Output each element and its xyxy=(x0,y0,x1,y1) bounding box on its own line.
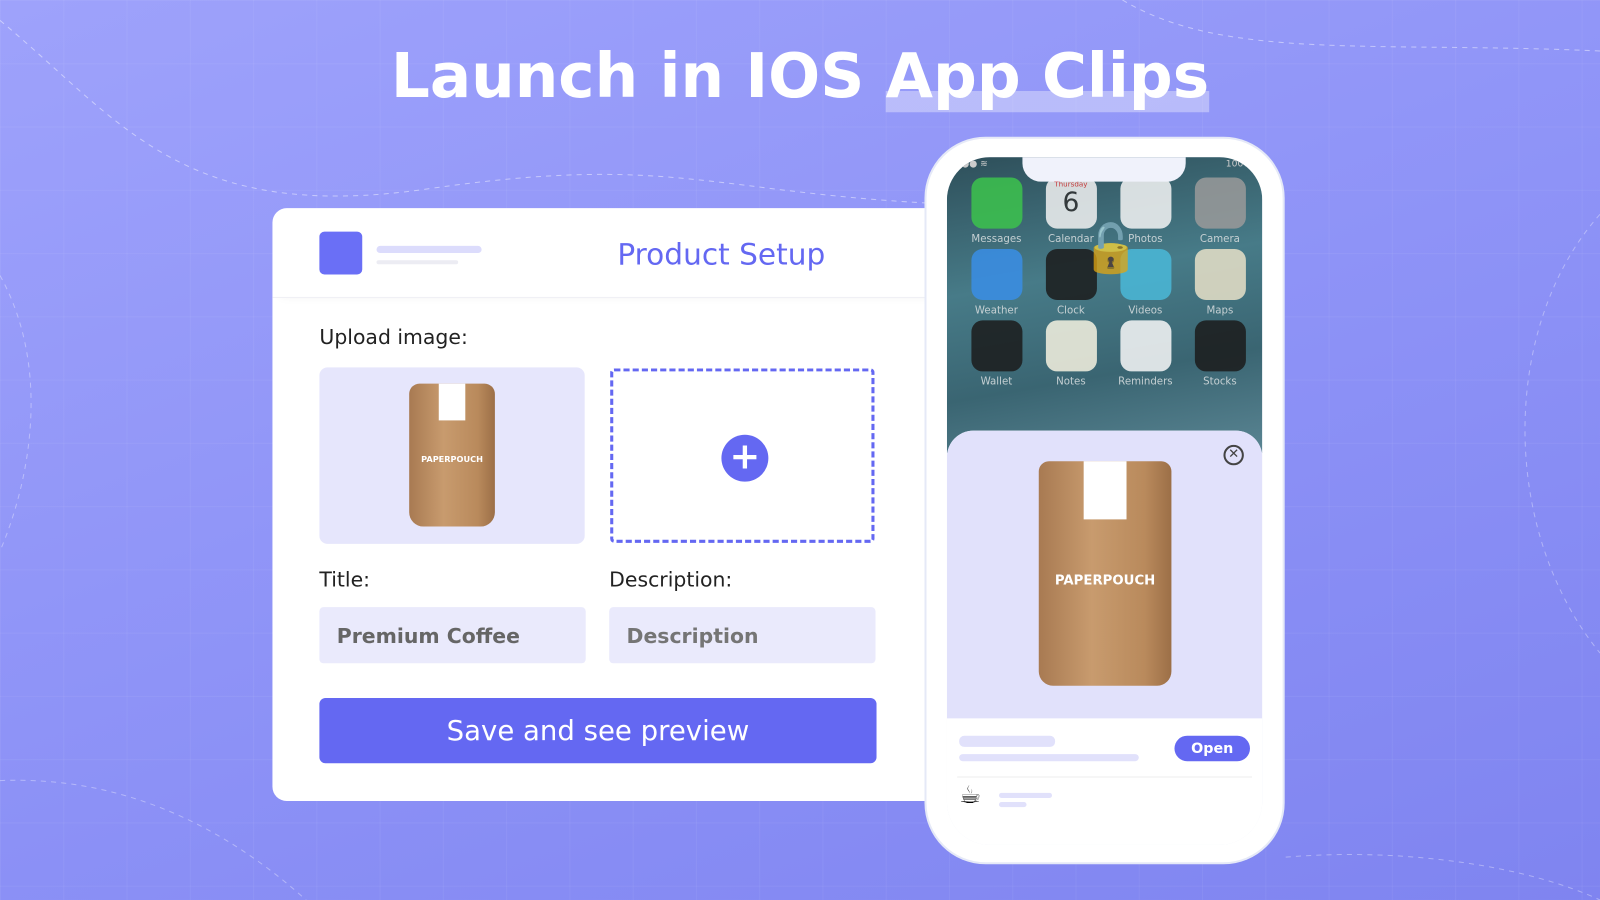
app-grid: Messages Thursday 6 Calendar Photos Camera Wea… xyxy=(959,177,1257,388)
phone-notch xyxy=(1022,157,1186,182)
app-label: Wallet xyxy=(980,376,1013,388)
app-icon-reminders[interactable]: Reminders xyxy=(1108,320,1182,388)
maps-icon xyxy=(1194,248,1246,300)
title-label: Title: xyxy=(319,567,371,592)
phone-screen: ●● ≋ 100% Messages Thursday 6 Calendar Photo… xyxy=(946,157,1263,845)
notes-icon xyxy=(1045,320,1097,372)
stocks-icon xyxy=(1194,320,1246,372)
pouch-brand: PAPERPOUCH xyxy=(421,455,483,465)
app-label: Messages xyxy=(971,233,1022,245)
camera-icon xyxy=(1194,177,1246,229)
app-label: Weather xyxy=(974,305,1018,317)
app-icon-weather[interactable]: Weather xyxy=(959,248,1033,317)
app-label: Clock xyxy=(1057,305,1085,317)
skeleton-line xyxy=(998,792,1053,798)
calendar-date: 6 xyxy=(1062,187,1080,219)
home-screen: ●● ≋ 100% Messages Thursday 6 Calendar Photo… xyxy=(946,157,1263,454)
skeleton-line xyxy=(959,735,1056,747)
app-clip-image: PAPERPOUCH ✕ xyxy=(946,430,1263,719)
headline-text: Launch in IOS xyxy=(390,40,886,113)
description-label: Description: xyxy=(609,567,733,592)
pouch-label xyxy=(1083,461,1127,520)
weather-icon xyxy=(970,248,1022,300)
logo-placeholder xyxy=(319,231,363,275)
headline: Launch in IOS App Clips xyxy=(0,40,1600,113)
app-icon-stocks[interactable]: Stocks xyxy=(1183,320,1257,388)
title-input[interactable] xyxy=(319,607,586,664)
app-label: Notes xyxy=(1056,376,1086,388)
app-label: Camera xyxy=(1199,233,1240,245)
wallet-icon xyxy=(970,320,1022,372)
skeleton-line xyxy=(376,260,459,265)
upload-label: Upload image: xyxy=(319,324,468,349)
open-button[interactable]: Open xyxy=(1174,735,1250,762)
card-title: Product Setup xyxy=(617,236,826,272)
app-icon-messages[interactable]: Messages xyxy=(959,177,1033,245)
battery-status: 100% xyxy=(1225,159,1253,170)
uploaded-image-thumbnail[interactable]: PAPERPOUCH xyxy=(319,367,585,544)
app-label: Videos xyxy=(1128,305,1163,317)
app-clip-card: PAPERPOUCH ✕ Open ☕ xyxy=(946,430,1263,845)
reminders-icon xyxy=(1119,320,1171,372)
plus-icon[interactable]: + xyxy=(721,434,769,482)
skeleton-line xyxy=(376,245,482,254)
app-icon-wallet[interactable]: Wallet xyxy=(959,320,1033,388)
pouch-label xyxy=(438,383,466,421)
card-header: Product Setup xyxy=(272,208,946,298)
coffee-pouch-image: PAPERPOUCH xyxy=(1038,461,1172,686)
headline-highlight: App Clips xyxy=(885,40,1210,113)
app-label: Reminders xyxy=(1118,376,1173,388)
app-icon-camera[interactable]: Camera xyxy=(1183,177,1257,245)
close-icon[interactable]: ✕ xyxy=(1223,444,1244,466)
skeleton-line xyxy=(998,802,1027,808)
coffee-pouch-image: PAPERPOUCH xyxy=(409,383,495,527)
unlock-icon: 🔓 xyxy=(1081,220,1141,276)
coffee-cup-icon: ☕ xyxy=(959,780,982,810)
iphone-mockup: ●● ≋ 100% Messages Thursday 6 Calendar Photo… xyxy=(926,138,1283,863)
app-label: Stocks xyxy=(1203,376,1237,388)
app-icon-notes[interactable]: Notes xyxy=(1034,320,1108,388)
product-setup-card: Product Setup Upload image: PAPERPOUCH +… xyxy=(272,208,946,802)
promo-banner: Launch in IOS App Clips Product Setup Up… xyxy=(0,0,1600,900)
skeleton-line xyxy=(959,754,1139,762)
messages-icon xyxy=(970,177,1022,229)
divider xyxy=(957,776,1253,778)
save-and-preview-button[interactable]: Save and see preview xyxy=(319,697,877,764)
app-label: Maps xyxy=(1206,305,1234,317)
pouch-brand: PAPERPOUCH xyxy=(1054,573,1156,589)
app-icon-maps[interactable]: Maps xyxy=(1183,248,1257,317)
signal-wifi-icon: ●● ≋ xyxy=(961,159,988,170)
add-image-dropzone[interactable]: + xyxy=(610,368,875,543)
description-input[interactable] xyxy=(609,607,876,664)
